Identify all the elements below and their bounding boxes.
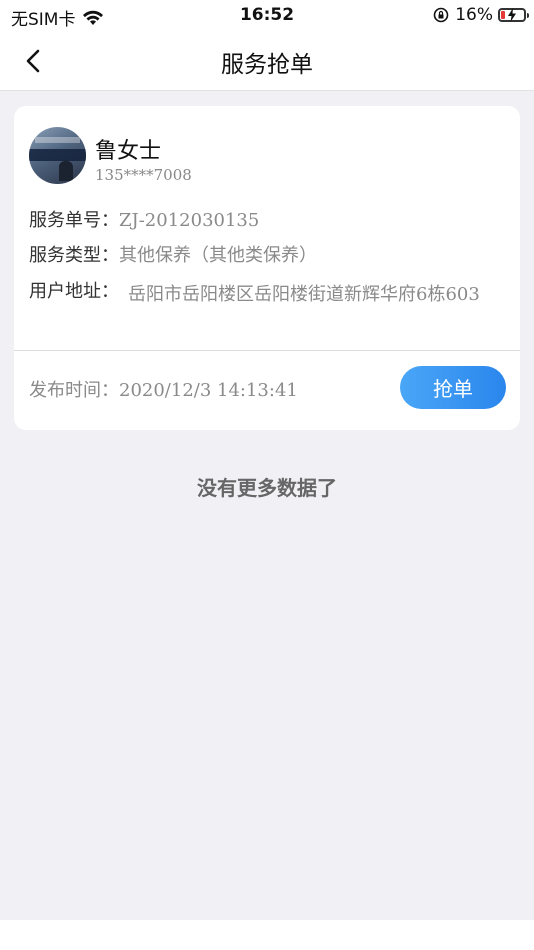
battery-percent: 16% [455, 5, 493, 25]
grab-order-button[interactable]: 抢单 [400, 366, 506, 409]
service-number-label: 服务单号： [29, 210, 119, 231]
service-type-label: 服务类型： [29, 245, 119, 266]
address-row: 用户地址： [29, 277, 119, 303]
publish-time-label: 发布时间： [29, 380, 119, 401]
battery-fill [501, 11, 505, 19]
address-value: 岳阳市岳阳楼区岳阳楼街道新辉华府6栋603 [128, 284, 480, 305]
customer-phone: 135****7008 [95, 166, 192, 184]
publish-time-value: 2020/12/3 14:13:41 [119, 380, 298, 401]
battery-charging-icon [498, 8, 529, 22]
charging-bolt-icon [508, 8, 516, 22]
customer-name: 鲁女士 [95, 139, 162, 164]
orientation-lock-icon [433, 7, 449, 23]
publish-time-row: 发布时间：2020/12/3 14:13:41 [29, 376, 298, 402]
address-label: 用户地址： [29, 281, 119, 302]
service-type-value: 其他保养（其他类保养） [119, 245, 317, 266]
service-number-value: ZJ-2012030135 [119, 210, 260, 231]
avatar [29, 127, 86, 184]
service-number-row: 服务单号：ZJ-2012030135 [29, 206, 259, 232]
page-title: 服务抢单 [221, 52, 313, 78]
divider [14, 350, 520, 351]
navigation-bar: 服务抢单 [0, 32, 534, 91]
status-right: 16% [433, 5, 529, 25]
bottom-safe-area [0, 920, 534, 950]
order-card: 鲁女士 135****7008 服务单号：ZJ-2012030135 服务类型：… [14, 106, 520, 430]
service-type-row: 服务类型：其他保养（其他类保养） [29, 241, 317, 267]
status-bar: 无SIM卡 16:52 16% [0, 0, 534, 32]
list-end-message: 没有更多数据了 [197, 476, 337, 500]
